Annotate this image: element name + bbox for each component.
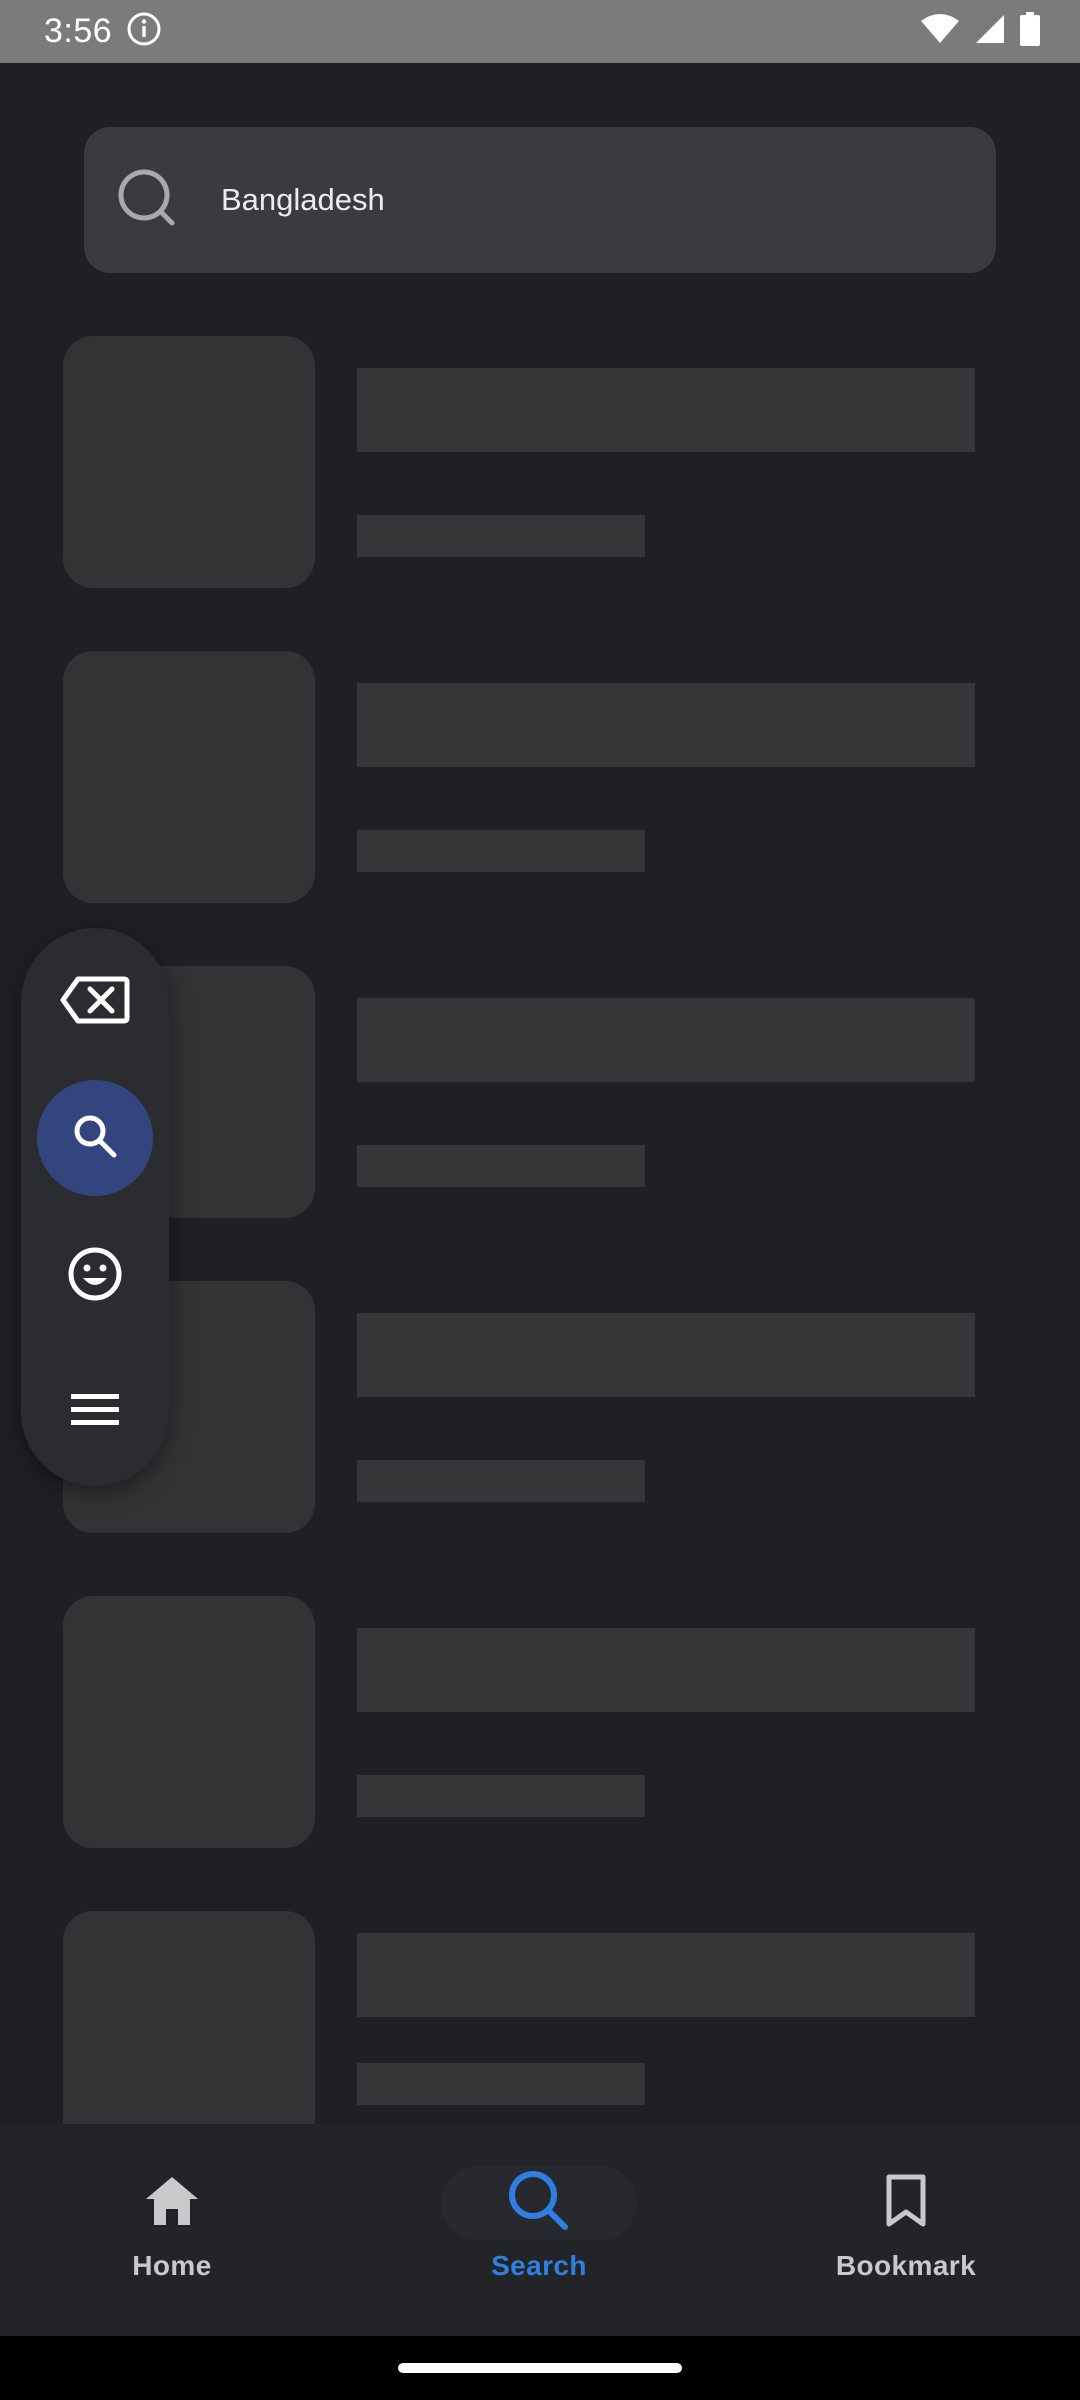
info-icon — [126, 11, 162, 52]
search-button[interactable] — [37, 1080, 153, 1196]
title-placeholder — [357, 998, 975, 1082]
thumbnail-placeholder — [63, 651, 315, 903]
backspace-button[interactable] — [37, 944, 153, 1060]
subtitle-placeholder — [357, 1460, 645, 1502]
search-bar[interactable]: Bangladesh — [84, 127, 996, 273]
emoji-icon — [67, 1246, 123, 1307]
search-icon — [507, 2169, 571, 2238]
nav-item-search[interactable]: Search — [389, 2124, 689, 2336]
battery-icon — [1020, 12, 1040, 51]
thumbnail-placeholder — [63, 336, 315, 588]
list-item-placeholder — [0, 651, 1080, 903]
signal-icon — [974, 13, 1006, 50]
nav-icon-container — [808, 2166, 1004, 2240]
nav-icon-container — [74, 2166, 270, 2240]
status-left: 3:56 — [44, 11, 162, 52]
bottom-navigation: Home Search Bookmark — [0, 2124, 1080, 2336]
menu-button[interactable] — [37, 1354, 153, 1470]
nav-label: Bookmark — [835, 2250, 977, 2281]
thumbnail-placeholder — [63, 1596, 315, 1848]
subtitle-placeholder — [357, 830, 645, 872]
nav-item-bookmark[interactable]: Bookmark — [756, 2124, 1056, 2336]
search-icon — [70, 1111, 120, 1166]
bookmark-icon — [885, 2174, 927, 2233]
search-icon — [114, 165, 184, 240]
title-placeholder — [357, 1628, 975, 1712]
backspace-icon — [60, 975, 130, 1030]
nav-item-home[interactable]: Home — [22, 2124, 322, 2336]
title-placeholder — [357, 683, 975, 767]
status-time: 3:56 — [44, 12, 113, 50]
emoji-button[interactable] — [37, 1218, 153, 1334]
wifi-icon — [920, 13, 960, 50]
status-bar: 3:56 — [0, 0, 1080, 63]
home-gesture-handle[interactable] — [398, 2363, 682, 2373]
subtitle-placeholder — [357, 1775, 645, 1817]
title-placeholder — [357, 1933, 975, 2017]
nav-icon-container — [441, 2166, 637, 2240]
status-right — [920, 12, 1040, 51]
menu-icon — [69, 1390, 121, 1435]
nav-label: Home — [132, 2250, 212, 2281]
subtitle-placeholder — [357, 2063, 645, 2105]
floating-toolbar — [21, 928, 169, 1486]
list-item-placeholder — [0, 336, 1080, 588]
gesture-navigation-bar — [0, 2336, 1080, 2400]
list-item-placeholder — [0, 1596, 1080, 1848]
nav-label: Search — [491, 2250, 587, 2281]
title-placeholder — [357, 368, 975, 452]
subtitle-placeholder — [357, 515, 645, 557]
title-placeholder — [357, 1313, 975, 1397]
search-input[interactable]: Bangladesh — [221, 127, 385, 273]
home-icon — [144, 2175, 200, 2232]
subtitle-placeholder — [357, 1145, 645, 1187]
